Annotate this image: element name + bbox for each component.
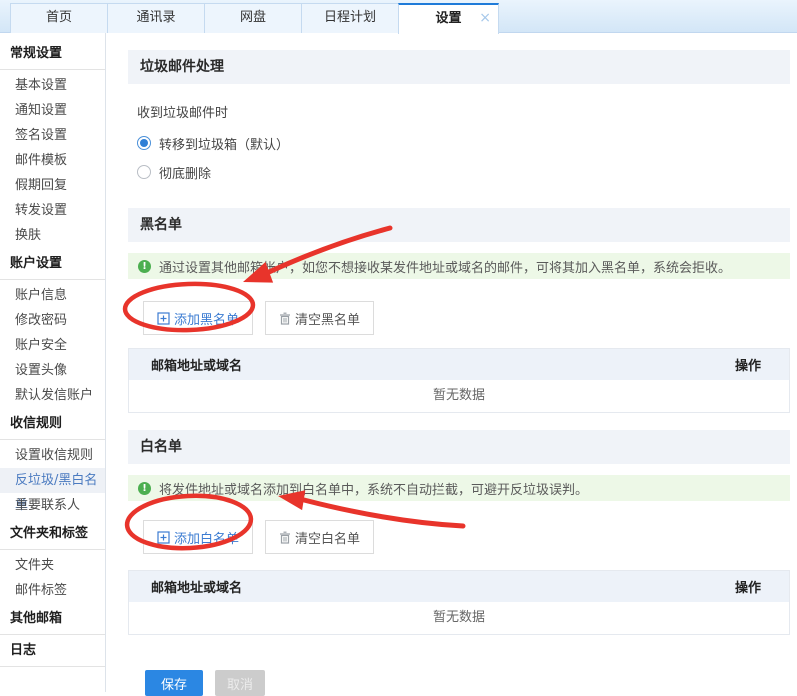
blacklist-table: 邮箱地址或域名 操作 暂无数据: [128, 348, 790, 413]
settings-content: 垃圾邮件处理 收到垃圾邮件时 转移到垃圾箱（默认） 彻底删除 黑名单 ! 通过设…: [106, 33, 797, 692]
blacklist-info-bar: ! 通过设置其他邮箱帐户，如您不想接收某发件地址或域名的邮件，可将其加入黑名单，…: [128, 253, 790, 279]
clear-blacklist-button[interactable]: 清空黑名单: [265, 301, 374, 335]
tab-schedule[interactable]: 日程计划: [301, 3, 398, 33]
sidebar-item-default-sender[interactable]: 默认发信账户: [0, 383, 105, 408]
whitelist-col-actions: 操作: [735, 577, 761, 596]
sidebar-item-notify[interactable]: 通知设置: [0, 98, 105, 123]
save-button[interactable]: 保存: [145, 670, 203, 696]
sidebar-item-avatar[interactable]: 设置头像: [0, 358, 105, 383]
add-whitelist-label: 添加白名单: [174, 528, 239, 547]
sidebar-group-general: 常规设置: [0, 42, 105, 66]
sidebar-item-password[interactable]: 修改密码: [0, 308, 105, 333]
tab-label: 设置: [435, 11, 461, 26]
section-title-blacklist: 黑名单: [128, 208, 790, 242]
add-blacklist-button[interactable]: 添加黑名单: [143, 301, 253, 335]
divider: [0, 439, 105, 440]
whitelist-info-text: 将发件地址或域名添加到白名单中，系统不自动拦截，可避开反垃圾误判。: [159, 479, 588, 498]
whitelist-empty-row: 暂无数据: [129, 602, 789, 634]
add-whitelist-button[interactable]: 添加白名单: [143, 520, 253, 554]
sidebar-item-mail-tags[interactable]: 邮件标签: [0, 578, 105, 603]
whitelist-info-bar: ! 将发件地址或域名添加到白名单中，系统不自动拦截，可避开反垃圾误判。: [128, 475, 790, 501]
sidebar-item-forward[interactable]: 转发设置: [0, 198, 105, 223]
whitelist-col-address: 邮箱地址或域名: [151, 577, 242, 596]
divider: [0, 69, 105, 70]
tab-label: 通讯录: [136, 10, 175, 25]
divider: [0, 279, 105, 280]
blacklist-col-address: 邮箱地址或域名: [151, 355, 242, 374]
section-title-whitelist: 白名单: [128, 430, 790, 464]
plus-square-icon: [157, 531, 170, 544]
tab-label: 网盘: [240, 10, 266, 25]
whitelist-table: 邮箱地址或域名 操作 暂无数据: [128, 570, 790, 635]
clear-whitelist-button[interactable]: 清空白名单: [265, 520, 374, 554]
tab-contacts[interactable]: 通讯录: [107, 3, 204, 33]
sidebar-group-logs[interactable]: 日志: [0, 639, 105, 663]
sidebar-item-template[interactable]: 邮件模板: [0, 148, 105, 173]
sidebar-item-folders[interactable]: 文件夹: [0, 553, 105, 578]
tab-bar: 首页 通讯录 网盘 日程计划 设置 ×: [0, 0, 797, 33]
divider: [0, 666, 105, 667]
tab-label: 日程计划: [324, 10, 376, 25]
radio-move-to-junk[interactable]: [137, 136, 151, 150]
sidebar-item-vip-contacts[interactable]: 重要联系人: [0, 493, 105, 518]
cancel-button[interactable]: 取消: [215, 670, 265, 696]
tab-label: 首页: [46, 10, 72, 25]
tab-home[interactable]: 首页: [10, 3, 107, 33]
blacklist-col-actions: 操作: [735, 355, 761, 374]
tab-netdisk[interactable]: 网盘: [204, 3, 301, 33]
radio-delete-completely-label: 彻底删除: [159, 163, 211, 182]
sidebar-item-antispam-lists[interactable]: 反垃圾/黑白名单: [0, 468, 105, 493]
sidebar-item-signature[interactable]: 签名设置: [0, 123, 105, 148]
sidebar-item-security[interactable]: 账户安全: [0, 333, 105, 358]
close-icon[interactable]: ×: [479, 5, 491, 31]
settings-sidebar: 常规设置 基本设置 通知设置 签名设置 邮件模板 假期回复 转发设置 换肤 账户…: [0, 33, 106, 692]
divider: [0, 634, 105, 635]
info-icon: !: [138, 482, 151, 495]
section-title-spam-handling: 垃圾邮件处理: [128, 50, 790, 84]
sidebar-group-other-mailbox[interactable]: 其他邮箱: [0, 607, 105, 631]
trash-icon: [279, 531, 291, 544]
info-icon: !: [138, 260, 151, 273]
blacklist-empty-row: 暂无数据: [129, 380, 789, 412]
add-blacklist-label: 添加黑名单: [174, 309, 239, 328]
spam-question-label: 收到垃圾邮件时: [128, 104, 790, 124]
sidebar-item-skin[interactable]: 换肤: [0, 223, 105, 248]
clear-whitelist-label: 清空白名单: [295, 528, 360, 547]
sidebar-group-receive-rules: 收信规则: [0, 412, 105, 436]
plus-square-icon: [157, 312, 170, 325]
blacklist-info-text: 通过设置其他邮箱帐户，如您不想接收某发件地址或域名的邮件，可将其加入黑名单，系统…: [159, 257, 731, 276]
sidebar-item-account-info[interactable]: 账户信息: [0, 283, 105, 308]
radio-move-to-junk-label: 转移到垃圾箱（默认）: [159, 134, 289, 153]
sidebar-item-receive-rules[interactable]: 设置收信规则: [0, 443, 105, 468]
sidebar-group-folders-tags: 文件夹和标签: [0, 522, 105, 546]
radio-delete-completely[interactable]: [137, 165, 151, 179]
divider: [0, 549, 105, 550]
clear-blacklist-label: 清空黑名单: [295, 309, 360, 328]
trash-icon: [279, 312, 291, 325]
sidebar-item-vacation[interactable]: 假期回复: [0, 173, 105, 198]
sidebar-item-basic[interactable]: 基本设置: [0, 73, 105, 98]
sidebar-group-account: 账户设置: [0, 252, 105, 276]
tab-settings[interactable]: 设置 ×: [398, 3, 499, 34]
